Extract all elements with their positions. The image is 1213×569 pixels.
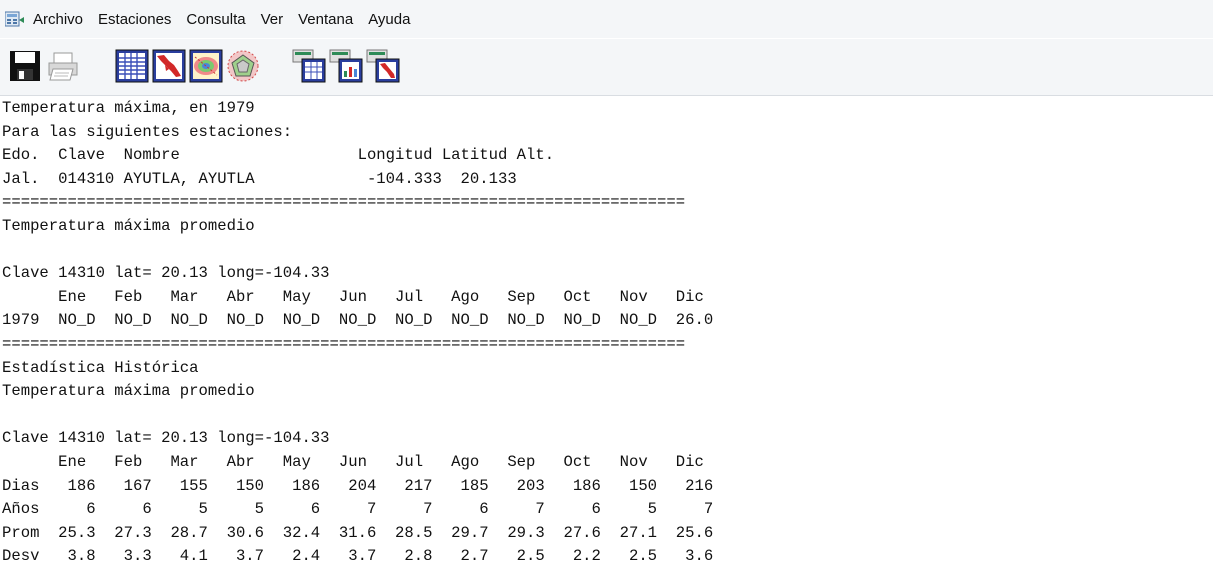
prom-row: Prom 25.3 27.3 28.7 30.6 32.4 31.6 28.5 … — [2, 523, 714, 542]
desv-row: Desv 3.8 3.3 4.1 3.7 2.4 3.7 2.8 2.7 2.5… — [2, 547, 714, 566]
section2-clave: Clave 14310 lat= 20.13 long=-104.33 — [2, 429, 330, 448]
menu-bar: Archivo Estaciones Consulta Ver Ventana … — [0, 0, 1213, 38]
app-icon[interactable] — [4, 10, 25, 28]
separator: ========================================… — [2, 193, 686, 212]
stations-intro: Para las siguientes estaciones: — [2, 122, 293, 141]
report-text: Temperatura máxima, en 1979 Para las sigu… — [0, 97, 1213, 569]
report-title: Temperatura máxima, en 1979 — [2, 99, 255, 117]
stations-header: Edo. Clave Nombre Longitud Latitud Alt. — [2, 146, 555, 165]
station-table-icon — [292, 49, 326, 83]
section1-row: 1979 NO_D NO_D NO_D NO_D NO_D NO_D NO_D … — [2, 311, 714, 330]
polygon-map-icon — [227, 50, 259, 82]
contour-map-button[interactable] — [189, 49, 223, 83]
section1-clave: Clave 14310 lat= 20.13 long=-104.33 — [2, 264, 330, 283]
station-row: Jal. 014310 AYUTLA, AYUTLA -104.333 20.1… — [2, 169, 517, 188]
table-grid-button[interactable] — [115, 49, 149, 83]
menu-consulta[interactable]: Consulta — [186, 11, 245, 28]
polygon-map-button[interactable] — [226, 49, 260, 83]
map-icon — [152, 49, 186, 83]
menu-ayuda[interactable]: Ayuda — [368, 11, 410, 28]
table-grid-icon — [115, 49, 149, 83]
section2-subtitle: Temperatura máxima promedio — [2, 382, 255, 401]
section2-months: Ene Feb Mar Abr May Jun Jul Ago Sep Oct … — [2, 452, 704, 471]
station-map-button[interactable] — [366, 49, 400, 83]
contour-map-icon — [189, 49, 223, 83]
menu-archivo[interactable]: Archivo — [33, 11, 83, 28]
menu-ver[interactable]: Ver — [261, 11, 284, 28]
menu-ventana[interactable]: Ventana — [298, 11, 353, 28]
save-button[interactable] — [8, 49, 42, 83]
toolbar — [0, 38, 1213, 96]
station-map-icon — [366, 49, 400, 83]
section1-title: Temperatura máxima promedio — [2, 216, 255, 235]
print-button[interactable] — [46, 49, 80, 83]
section2-title: Estadística Histórica — [2, 358, 199, 377]
save-icon — [10, 51, 40, 81]
anos-row: Años 6 6 5 5 6 7 7 6 7 6 5 7 — [2, 500, 714, 519]
print-icon — [48, 52, 78, 81]
station-chart-button[interactable] — [329, 49, 363, 83]
separator: ========================================… — [2, 334, 686, 353]
map-button[interactable] — [152, 49, 186, 83]
menu-estaciones[interactable]: Estaciones — [98, 11, 171, 28]
station-chart-icon — [329, 49, 363, 83]
dias-row: Dias 186 167 155 150 186 204 217 185 203… — [2, 476, 714, 495]
section1-months: Ene Feb Mar Abr May Jun Jul Ago Sep Oct … — [2, 287, 704, 306]
station-table-button[interactable] — [292, 49, 326, 83]
